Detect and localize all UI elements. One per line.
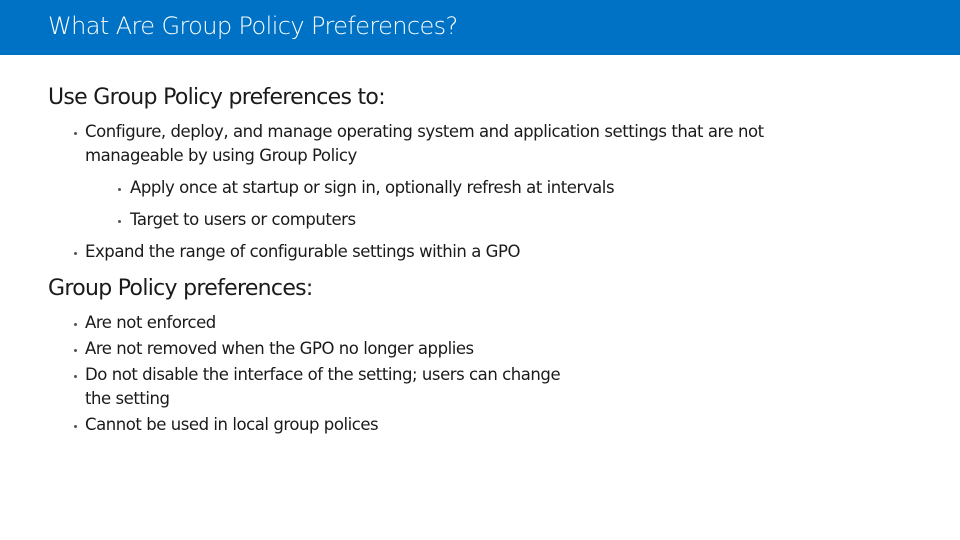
bullet-not-enforced: Are not enforced <box>85 313 216 332</box>
bullet-expand-range: Expand the range of configurable setting… <box>85 242 521 261</box>
bullet-not-removed: Are not removed when the GPO no longer a… <box>85 339 474 358</box>
section-heading-usage: Use Group Policy preferences to: <box>48 85 386 110</box>
bullet-icon <box>74 323 77 326</box>
bullet-not-disable-line2: the setting <box>85 389 170 408</box>
subbullet-target: Target to users or computers <box>130 210 356 229</box>
bullet-icon <box>74 132 77 135</box>
bullet-icon <box>74 375 77 378</box>
bullet-not-disable-line1: Do not disable the interface of the sett… <box>85 365 561 384</box>
bullet-configure-line1: Configure, deploy, and manage operating … <box>85 122 764 141</box>
bullet-icon <box>118 220 121 223</box>
subbullet-apply-once: Apply once at startup or sign in, option… <box>130 178 615 197</box>
title-bar: What Are Group Policy Preferences? <box>0 0 960 55</box>
bullet-configure-line2: manageable by using Group Policy <box>85 146 357 165</box>
bullet-icon <box>118 188 121 191</box>
bullet-icon <box>74 252 77 255</box>
bullet-icon <box>74 425 77 428</box>
bullet-icon <box>74 349 77 352</box>
bullet-no-local-gp: Cannot be used in local group polices <box>85 415 379 434</box>
slide-title: What Are Group Policy Preferences? <box>48 12 458 40</box>
section-heading-characteristics: Group Policy preferences: <box>48 276 313 301</box>
